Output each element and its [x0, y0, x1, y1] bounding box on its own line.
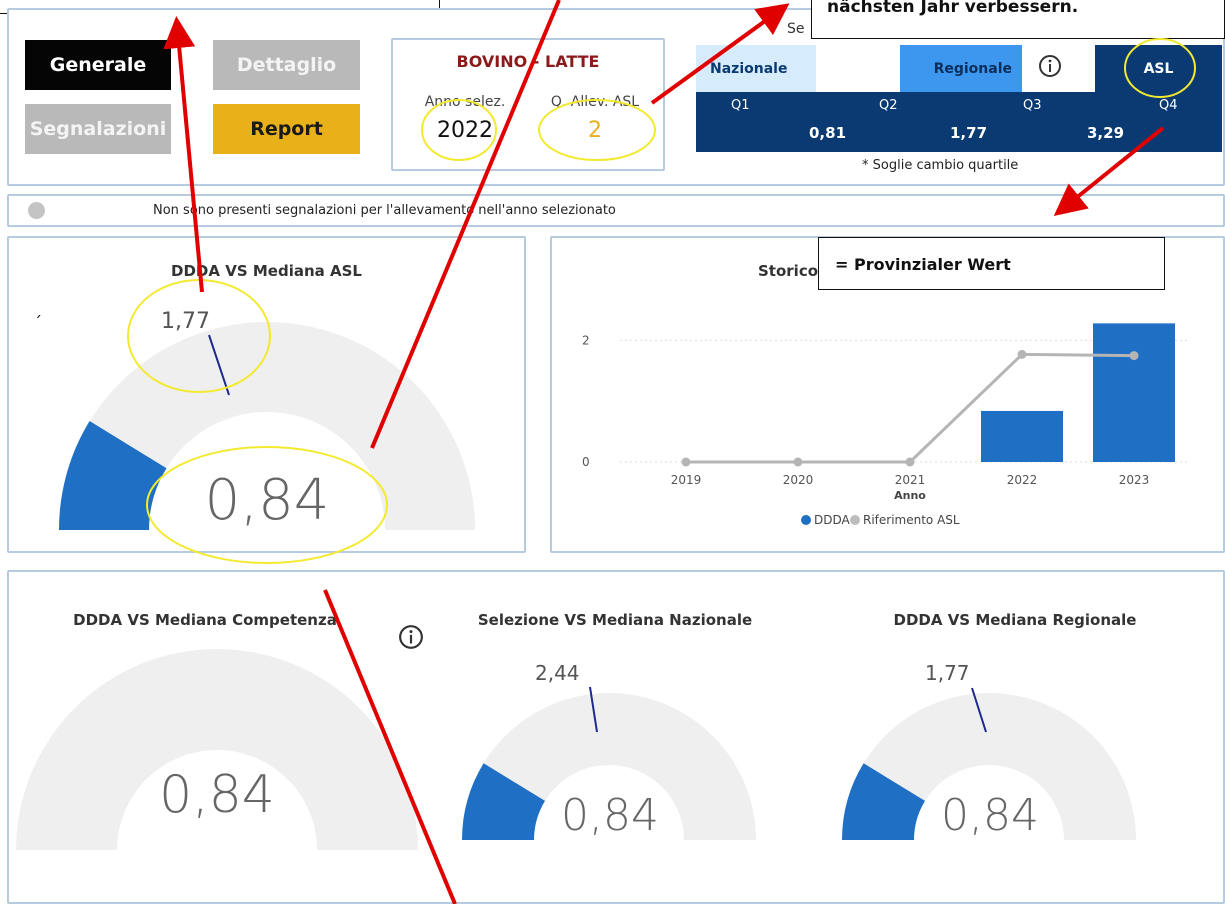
regionale-gauge-target: 1,77 [925, 661, 970, 685]
y-tick-label: 2 [582, 333, 590, 347]
nazionale-tab[interactable]: Nazionale [696, 45, 816, 92]
competenza-gauge [16, 649, 418, 850]
legend-label-riferimento-asl: Riferimento ASL [863, 513, 960, 527]
point-riferimento-asl [1017, 349, 1027, 359]
asl-gauge-target: 1,77 [161, 309, 210, 334]
qallev-value: 2 [588, 118, 602, 143]
status-message: Non sono presenti segnalazioni per l'all… [153, 203, 616, 218]
species-title: BOVINO - LATTE [456, 52, 600, 71]
generale-button[interactable]: Generale [25, 40, 171, 90]
status-indicator-dot [28, 202, 45, 219]
dashboard: Generale Dettaglio Segnalazioni Report B… [0, 0, 1225, 904]
info-icon[interactable] [1038, 54, 1062, 78]
x-tick-label: 2020 [783, 473, 814, 487]
x-tick-label: 2021 [895, 473, 926, 487]
dettaglio-button[interactable]: Dettaglio [213, 40, 360, 90]
line-riferimento-asl [686, 352, 1135, 464]
regionale-gauge-value: 0,84 [941, 790, 1039, 841]
x-tick-label: 2019 [671, 473, 702, 487]
history-chart: 0 2 2019 2020 2021 2022 2023 Anno DDDA Riferiment… [582, 323, 1190, 527]
legend-marker-riferimento-asl [850, 515, 860, 525]
bar-ddda [1093, 323, 1175, 462]
q2-label: Q2 [879, 98, 898, 113]
point-riferimento-asl [905, 457, 915, 467]
quartile-footnote: * Soglie cambio quartile [862, 158, 1019, 173]
q1-label: Q1 [731, 98, 750, 113]
annotation-box-top-right: nächsten Jahr verbessern. [811, 0, 1225, 39]
threshold-1: 0,81 [809, 124, 847, 142]
point-riferimento-asl [1129, 351, 1139, 361]
regionale-gauge-title: DDDA VS Mediana Regionale [893, 611, 1137, 629]
nazionale-gauge-target: 2,44 [535, 661, 580, 685]
nazionale-gauge-title: Selezione VS Mediana Nazionale [477, 611, 753, 629]
x-axis-label: Anno [894, 489, 926, 502]
asl-gauge-value: 0,84 [204, 468, 330, 533]
competenza-gauge-title: DDDA VS Mediana Competenza [73, 611, 337, 629]
quartile-band [696, 92, 1222, 152]
y-tick-label: 0 [582, 455, 590, 469]
qallev-label: Q. Allev. ASL [550, 94, 640, 110]
bar-ddda [981, 410, 1063, 462]
legend-label-ddda: DDDA [814, 513, 851, 527]
q3-label: Q3 [1023, 98, 1042, 113]
annotation-top-text: nächsten Jahr verbessern. [827, 0, 1079, 17]
info-icon-bottom[interactable] [398, 624, 424, 650]
asl-tab[interactable]: ASL [1095, 45, 1222, 92]
threshold-2: 1,77 [950, 124, 988, 142]
threshold-3: 3,29 [1087, 124, 1125, 142]
annotation-provincial-text: = Provinzialer Wert [835, 255, 1011, 274]
point-riferimento-asl [793, 457, 803, 467]
nazionale-gauge-value: 0,84 [561, 790, 659, 841]
competenza-gauge-value: 0,84 [159, 765, 275, 825]
legend-marker-ddda [801, 515, 811, 525]
x-tick-label: 2023 [1119, 473, 1150, 487]
year-value: 2022 [437, 118, 493, 143]
segnalazioni-button[interactable]: Segnalazioni [25, 104, 171, 154]
year-label: Anno selez. [424, 94, 506, 110]
history-chart-title: Storico [758, 262, 819, 280]
x-tick-label: 2022 [1007, 473, 1038, 487]
report-button[interactable]: Report [213, 104, 360, 154]
annotation-box-provincial: = Provinzialer Wert [818, 237, 1165, 290]
regionale-tab[interactable]: Regionale [900, 45, 1022, 92]
point-riferimento-asl [681, 457, 691, 467]
scope-header-partial: Se [787, 21, 805, 37]
asl-gauge-title: DDDA VS Mediana ASL [171, 262, 362, 280]
q4-label: Q4 [1159, 98, 1178, 113]
